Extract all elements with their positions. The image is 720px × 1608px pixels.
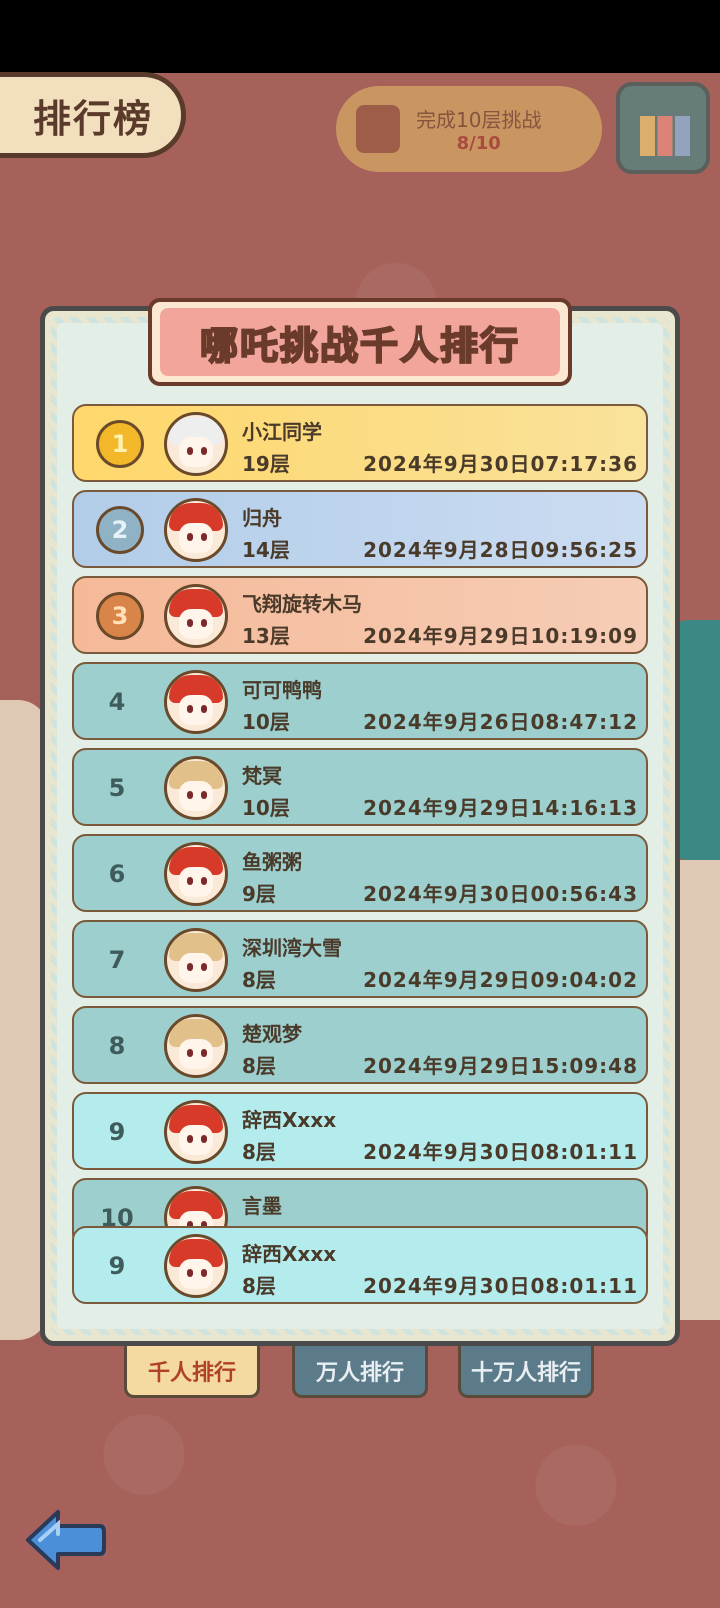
player-floor: 8层 bbox=[242, 1140, 276, 1164]
task-button[interactable]: 完成10层挑战 8/10 bbox=[336, 86, 602, 172]
ranking-row[interactable]: 9 辞西Xxxx 8层 2024年9月30日08:01:11 bbox=[72, 1092, 648, 1170]
status-bar bbox=[0, 0, 720, 73]
page-title: 排行榜 bbox=[0, 72, 186, 158]
player-floor: 9层 bbox=[242, 882, 276, 906]
avatar bbox=[164, 1014, 228, 1078]
record-time: 2024年9月30日00:56:43 bbox=[363, 882, 638, 906]
player-name: 言墨 bbox=[242, 1194, 282, 1218]
avatar bbox=[164, 584, 228, 648]
player-name: 归舟 bbox=[242, 506, 282, 530]
ranking-row[interactable]: 5 梵冥 10层 2024年9月29日14:16:13 bbox=[72, 748, 648, 826]
player-name: 深圳湾大雪 bbox=[242, 936, 342, 960]
back-arrow-icon[interactable] bbox=[24, 1506, 106, 1574]
player-name: 梵冥 bbox=[242, 764, 282, 788]
page-title-text: 排行榜 bbox=[32, 96, 153, 141]
record-time: 2024年9月29日14:16:13 bbox=[363, 796, 638, 820]
player-floor: 10层 bbox=[242, 796, 290, 820]
player-floor: 8层 bbox=[242, 1274, 276, 1298]
tab-hundred-thousand[interactable]: 十万人排行 bbox=[458, 1346, 594, 1398]
my-rank-row[interactable]: 9 辞西Xxxx 8层 2024年9月30日08:01:11 bbox=[72, 1226, 648, 1304]
rank-medal-icon: 3 bbox=[96, 592, 144, 640]
rank-number: 7 bbox=[108, 946, 126, 974]
task-count: 8/10 bbox=[456, 133, 501, 154]
avatar bbox=[164, 412, 228, 476]
tab-thousand[interactable]: 千人排行 bbox=[124, 1346, 260, 1398]
player-name: 辞西Xxxx bbox=[242, 1108, 337, 1132]
gift-icon bbox=[356, 105, 400, 153]
panel-title-banner: 哪吒挑战千人排行 bbox=[148, 298, 572, 386]
tab-ten-thousand[interactable]: 万人排行 bbox=[292, 1346, 428, 1398]
player-floor: 8层 bbox=[242, 968, 276, 992]
rank-medal-icon: 1 bbox=[96, 420, 144, 468]
avatar bbox=[164, 756, 228, 820]
rank-number: 4 bbox=[108, 688, 126, 716]
player-floor: 14层 bbox=[242, 538, 290, 562]
rank-number: 9 bbox=[108, 1118, 126, 1146]
record-time: 2024年9月30日08:01:11 bbox=[363, 1140, 638, 1164]
player-floor: 8层 bbox=[242, 1054, 276, 1078]
record-time: 2024年9月26日08:47:12 bbox=[363, 710, 638, 734]
player-floor: 13层 bbox=[242, 624, 290, 648]
task-title: 完成10层挑战 bbox=[416, 108, 542, 132]
bar-chart-icon[interactable] bbox=[616, 82, 710, 174]
rank-number: 8 bbox=[108, 1032, 126, 1060]
ranking-row[interactable]: 7 深圳湾大雪 8层 2024年9月29日09:04:02 bbox=[72, 920, 648, 998]
ranking-row[interactable]: 3 飞翔旋转木马 13层 2024年9月29日10:19:09 bbox=[72, 576, 648, 654]
avatar bbox=[164, 670, 228, 734]
avatar bbox=[164, 928, 228, 992]
player-name: 辞西Xxxx bbox=[242, 1242, 337, 1266]
player-name: 小江同学 bbox=[242, 420, 322, 444]
ranking-row[interactable]: 4 可可鸭鸭 10层 2024年9月26日08:47:12 bbox=[72, 662, 648, 740]
ranking-row[interactable]: 8 楚观梦 8层 2024年9月29日15:09:48 bbox=[72, 1006, 648, 1084]
record-time: 2024年9月29日10:19:09 bbox=[363, 624, 638, 648]
record-time: 2024年9月30日08:01:11 bbox=[363, 1274, 638, 1298]
player-floor: 19层 bbox=[242, 452, 290, 476]
player-name: 飞翔旋转木马 bbox=[242, 592, 362, 616]
rank-number: 9 bbox=[108, 1252, 126, 1280]
ranking-row[interactable]: 1 小江同学 19层 2024年9月30日07:17:36 bbox=[72, 404, 648, 482]
record-time: 2024年9月29日15:09:48 bbox=[363, 1054, 638, 1078]
record-time: 2024年9月30日07:17:36 bbox=[363, 452, 638, 476]
ranking-row[interactable]: 2 归舟 14层 2024年9月28日09:56:25 bbox=[72, 490, 648, 568]
avatar bbox=[164, 1234, 228, 1298]
avatar bbox=[164, 498, 228, 562]
avatar bbox=[164, 1100, 228, 1164]
ranking-row[interactable]: 6 鱼粥粥 9层 2024年9月30日00:56:43 bbox=[72, 834, 648, 912]
player-name: 鱼粥粥 bbox=[242, 850, 302, 874]
record-time: 2024年9月28日09:56:25 bbox=[363, 538, 638, 562]
avatar bbox=[164, 842, 228, 906]
rank-number: 6 bbox=[108, 860, 126, 888]
rank-number: 5 bbox=[108, 774, 126, 802]
panel-title: 哪吒挑战千人排行 bbox=[199, 323, 520, 369]
record-time: 2024年9月29日09:04:02 bbox=[363, 968, 638, 992]
player-name: 可可鸭鸭 bbox=[242, 678, 322, 702]
rank-medal-icon: 2 bbox=[96, 506, 144, 554]
player-floor: 10层 bbox=[242, 710, 290, 734]
player-name: 楚观梦 bbox=[242, 1022, 302, 1046]
